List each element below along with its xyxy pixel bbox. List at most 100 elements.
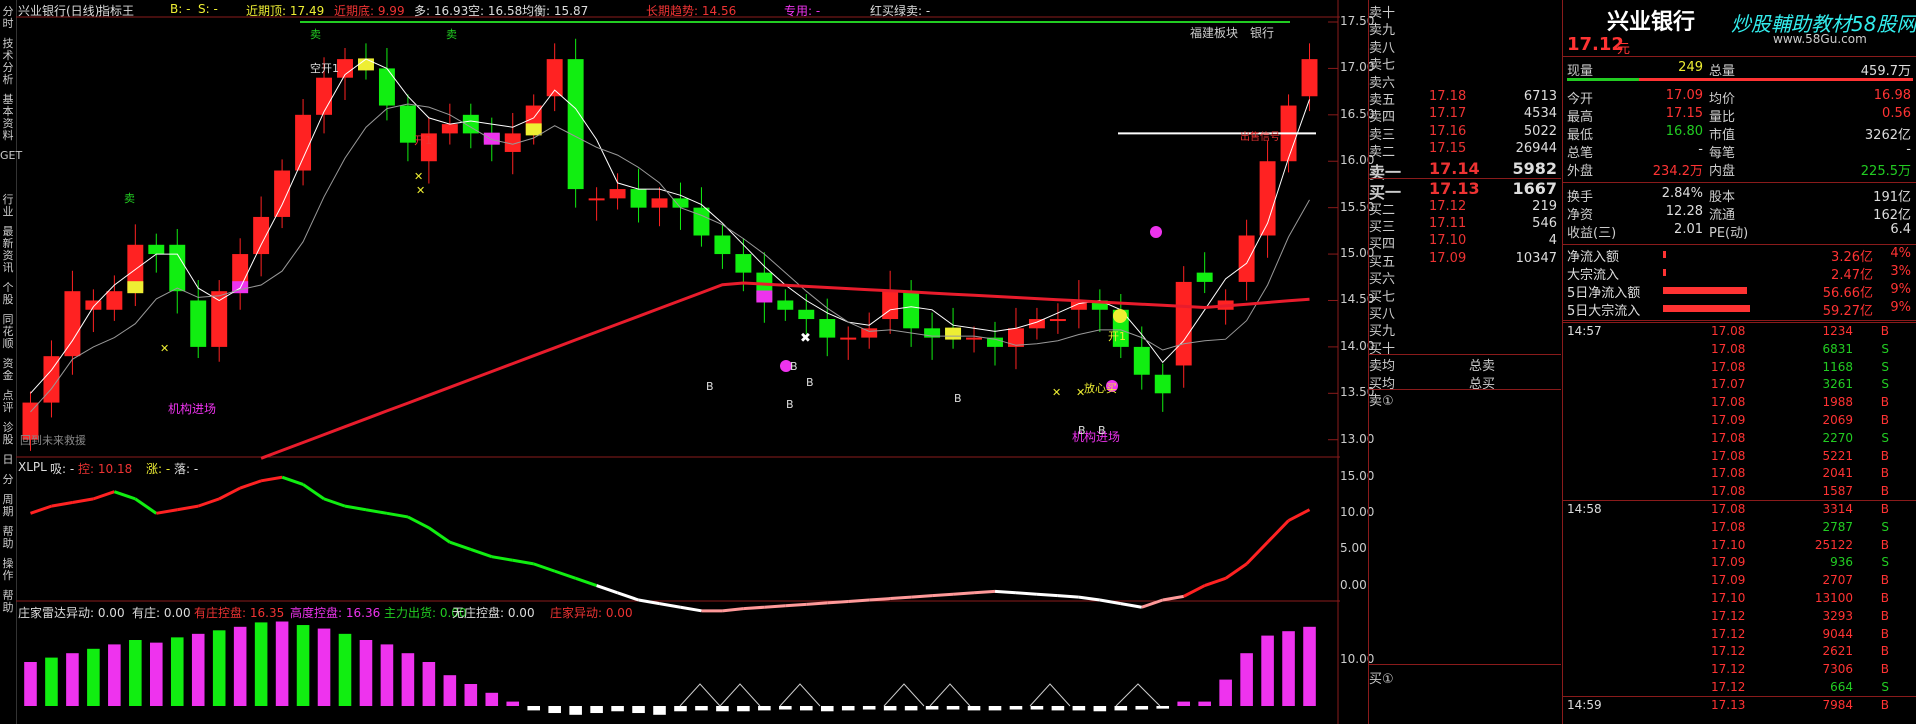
quote-value: 17.15 [1665, 106, 1703, 121]
orderbook-sell-queue[interactable]: 卖① [1369, 390, 1394, 409]
orderbook-buy-row[interactable]: 买五 17.09 10347 [1369, 251, 1561, 270]
tick-row[interactable]: 17.10 25122 B [1563, 538, 1916, 555]
orderbook-buy-row[interactable]: 买六 [1369, 268, 1561, 287]
left-tab[interactable]: 个股 [0, 282, 16, 306]
orderbook-buy-row[interactable]: 买九 [1369, 320, 1561, 339]
left-tab[interactable]: 分 [0, 474, 16, 486]
tick-row[interactable]: 17.08 2787 S [1563, 520, 1916, 537]
radar-bar [590, 706, 603, 714]
orderbook-buy-row[interactable]: 买七 [1369, 286, 1561, 305]
orderbook-buy-row[interactable]: 买三 17.11 546 [1369, 216, 1561, 235]
tick-row[interactable]: 17.08 1988 B [1563, 395, 1916, 412]
orderbook-buy-row[interactable]: 买十 [1369, 338, 1561, 357]
tick-side: S [1881, 519, 1889, 534]
left-tab[interactable]: 日 [0, 454, 16, 466]
tick-row[interactable]: 17.07 3261 S [1563, 377, 1916, 394]
quote-value: 17.09 [1665, 88, 1703, 103]
sub2-name[interactable]: 庄家雷达 [18, 604, 66, 621]
sub2-youzhuang: 有庄: 0.00 [132, 606, 191, 620]
xlpl-line-segment [1057, 594, 1079, 599]
candle-body [64, 291, 81, 357]
quote-value: - [1906, 142, 1911, 157]
tick-row[interactable]: 17.08 5221 B [1563, 449, 1916, 466]
tick-side: B [1880, 644, 1889, 659]
radar-bar [1282, 631, 1295, 706]
orderbook-buy-row[interactable]: 买一 17.13 1667 [1369, 178, 1561, 202]
tick-row[interactable]: 14:58 17.08 3314 B [1563, 502, 1916, 519]
tick-row[interactable]: 17.12 7306 B [1563, 662, 1916, 679]
tick-volume: 3261 [1822, 377, 1853, 392]
xlpl-line-segment [92, 490, 115, 501]
flow-bar [1663, 305, 1750, 312]
left-tab[interactable]: 操作 [0, 558, 16, 582]
special-value: 专用: - [784, 4, 821, 18]
tick-price: 17.09 [1711, 555, 1746, 570]
orderbook-sell-row[interactable]: 卖五 17.18 6713 [1369, 89, 1561, 108]
orderbook-buy-queue[interactable]: 买① [1369, 668, 1394, 687]
orderbook-sell-row[interactable]: 卖三 17.16 5022 [1369, 124, 1561, 143]
orderbook-buy-row[interactable]: 买二 17.12 219 [1369, 199, 1561, 218]
left-tab[interactable]: 点评 [0, 390, 16, 414]
orderbook-sell-row[interactable]: 卖六 [1369, 72, 1561, 91]
near-top: 近期顶: 17.49 [246, 4, 325, 18]
xlpl-line-segment [29, 504, 52, 515]
sub2-yidong2: 庄家异动: 0.00 [550, 606, 633, 620]
left-tab[interactable]: 帮助 [0, 590, 16, 614]
left-tab[interactable]: 分时 [0, 6, 16, 30]
left-tab[interactable]: 行业 [0, 194, 16, 218]
left-tab[interactable]: 周期 [0, 494, 16, 518]
radar-bar [737, 706, 750, 712]
left-tab[interactable]: GET [0, 150, 22, 162]
orderbook-sell-row[interactable]: 卖四 17.17 4534 [1369, 106, 1561, 125]
tick-row[interactable]: 17.12 9044 B [1563, 627, 1916, 644]
orderbook-volume: 4534 [1523, 106, 1557, 122]
tick-row[interactable]: 17.08 2041 B [1563, 466, 1916, 483]
orderbook-sell-row[interactable]: 卖二 17.15 26944 [1369, 141, 1561, 160]
orderbook-sell-row[interactable]: 卖八 [1369, 37, 1561, 56]
left-tab[interactable]: 最新资讯 [0, 226, 16, 274]
tick-row[interactable]: 17.12 664 S [1563, 680, 1916, 697]
tick-row[interactable]: 17.08 1168 S [1563, 360, 1916, 377]
quote-row: 现量 249 总量 459.7万 [1563, 60, 1916, 79]
orderbook-sell-row[interactable]: 卖七 [1369, 54, 1561, 73]
left-tab[interactable]: 帮助 [0, 526, 16, 550]
orderbook-buy-row[interactable]: 买八 [1369, 303, 1561, 322]
indicator-name[interactable]: 指标王 [98, 2, 134, 19]
fund-flow-row: 5日大宗流入 59.27亿 9% [1563, 300, 1916, 319]
orderbook-buy-row[interactable]: 买四 17.10 4 [1369, 233, 1561, 252]
orderbook-price: 17.13 [1429, 178, 1480, 198]
left-tab[interactable]: 技术分析 [0, 38, 16, 86]
xlpl-line-segment [680, 605, 702, 613]
tick-side: S [1881, 359, 1889, 374]
left-tab[interactable]: 资金 [0, 358, 16, 382]
orderbook-level: 卖十 [1369, 6, 1396, 21]
tick-row[interactable]: 17.12 3293 B [1563, 609, 1916, 626]
tick-row[interactable]: 17.08 6831 S [1563, 342, 1916, 359]
inst-in-label: 机构进场 [168, 402, 217, 416]
quote-row: 最高 17.15 量比 0.56 [1563, 106, 1916, 125]
candle-body [840, 337, 857, 340]
orderbook-price: 17.10 [1429, 233, 1467, 249]
tick-row[interactable]: 14:59 17.13 7984 B [1563, 698, 1916, 715]
tick-row[interactable]: 17.09 2707 B [1563, 573, 1916, 590]
tick-row[interactable]: 17.12 2621 B [1563, 644, 1916, 661]
sub1-name[interactable]: XLPL [18, 460, 47, 474]
tick-row[interactable]: 17.08 2270 S [1563, 431, 1916, 448]
orderbook-sell-row[interactable]: 卖一 17.14 5982 [1369, 159, 1561, 182]
candle-body [798, 309, 815, 320]
tick-row[interactable]: 17.09 936 S [1563, 555, 1916, 572]
orderbook-sell-row[interactable]: 卖十 [1369, 2, 1561, 21]
left-tab[interactable]: 基本资料 [0, 94, 16, 142]
left-tab[interactable]: 同花顺 [0, 314, 16, 350]
tick-row[interactable]: 14:57 17.08 1234 B [1563, 324, 1916, 341]
left-tab[interactable]: 诊股 [0, 422, 16, 446]
xlpl-line-segment [1204, 576, 1227, 587]
tick-row[interactable]: 17.09 2069 B [1563, 413, 1916, 430]
flow-value: 2.47亿 [1831, 268, 1873, 283]
tick-row[interactable]: 17.08 1587 B [1563, 484, 1916, 501]
tick-row[interactable]: 17.10 13100 B [1563, 591, 1916, 608]
tick-side: S [1881, 377, 1889, 392]
orderbook-sell-row[interactable]: 卖九 [1369, 19, 1561, 38]
candle-body [1133, 346, 1150, 375]
quote-label: 最低 [1567, 128, 1594, 143]
